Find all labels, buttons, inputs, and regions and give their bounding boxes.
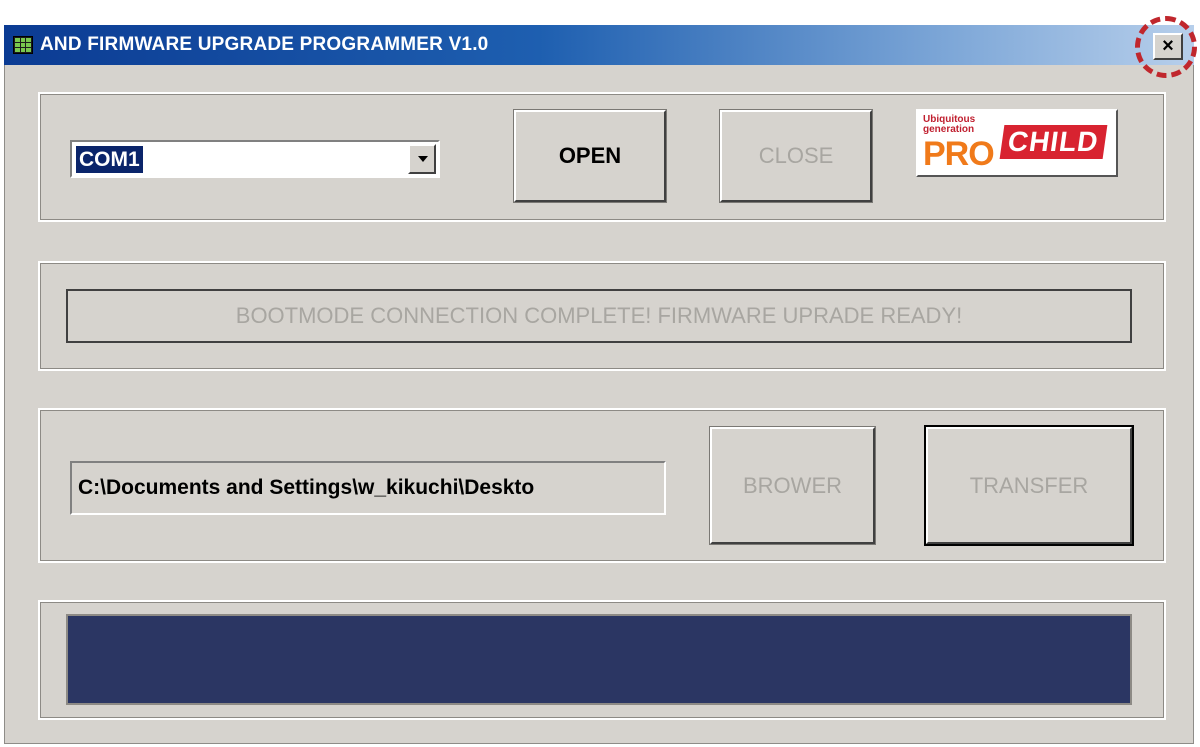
firmware-path-field[interactable]: C:\Documents and Settings\w_kikuchi\Desk… — [70, 461, 666, 515]
progress-fill — [68, 616, 1130, 703]
progress-bar — [66, 614, 1132, 705]
transfer-button[interactable]: TRANSFER — [924, 425, 1134, 546]
status-message: BOOTMODE CONNECTION COMPLETE! FIRMWARE U… — [66, 289, 1132, 343]
open-port-button[interactable]: OPEN — [513, 109, 667, 203]
logo-tagline: Ubiquitous generation — [923, 114, 976, 135]
com-port-value: COM1 — [76, 146, 143, 173]
chevron-down-icon[interactable] — [408, 144, 436, 174]
logo-pro-text: PRO — [923, 135, 995, 173]
close-port-button[interactable]: CLOSE — [719, 109, 873, 203]
window-title: AND FIRMWARE UPGRADE PROGRAMMER V1.0 — [40, 34, 489, 55]
com-port-select[interactable]: COM1 — [70, 140, 440, 178]
logo-child-text: CHILD — [999, 125, 1107, 159]
browse-button[interactable]: BROWER — [709, 426, 876, 545]
close-button-highlight — [1135, 16, 1197, 78]
prochild-logo: Ubiquitous generation PRO CHILD — [916, 109, 1118, 177]
title-bar: AND FIRMWARE UPGRADE PROGRAMMER V1.0 — [4, 25, 1194, 65]
app-icon — [13, 36, 33, 54]
